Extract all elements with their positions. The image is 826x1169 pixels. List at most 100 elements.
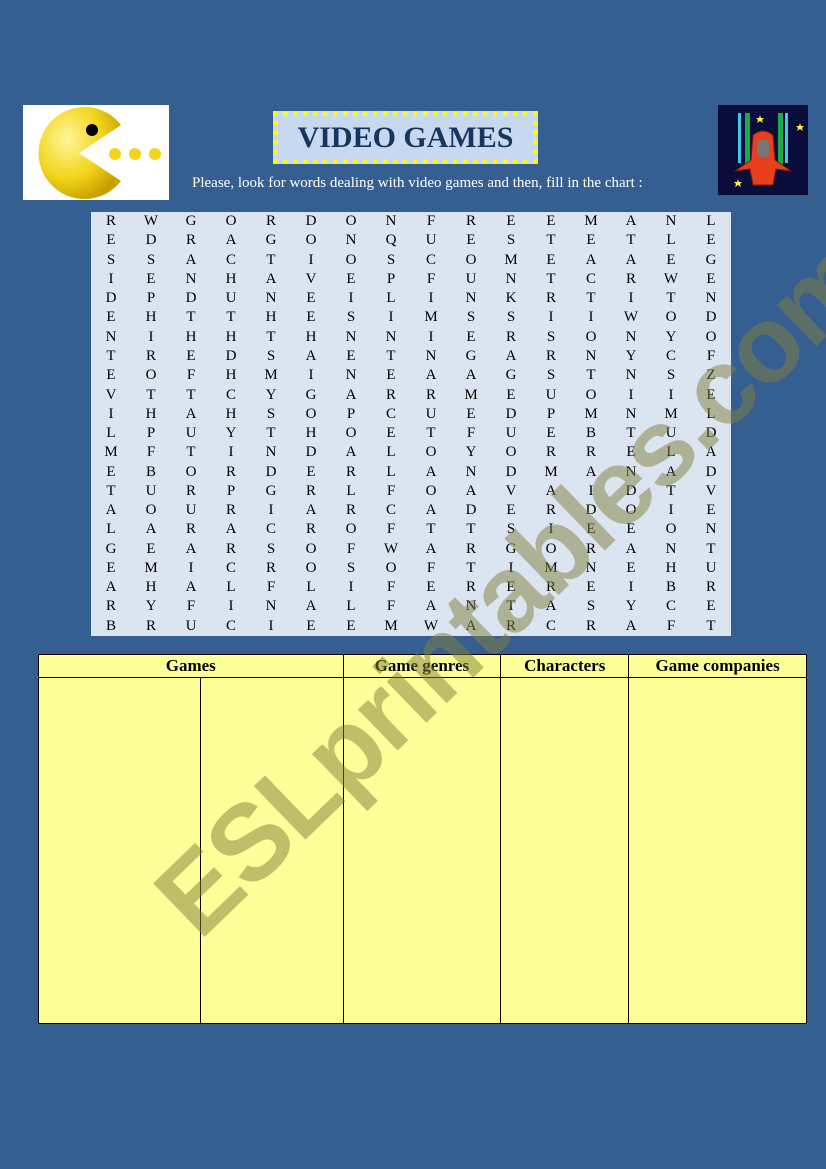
grid-letter: T xyxy=(186,444,196,461)
grid-letter: D xyxy=(145,232,157,249)
grid-letter: Z xyxy=(706,367,716,384)
grid-letter: W xyxy=(143,213,159,230)
title-banner: VIDEO GAMES xyxy=(273,111,538,164)
grid-letter: A xyxy=(225,232,237,249)
grid-letter: R xyxy=(265,559,276,576)
grid-letter: R xyxy=(505,617,516,634)
grid-letter: S xyxy=(546,367,556,384)
grid-letter: T xyxy=(186,309,196,326)
grid-letter: T xyxy=(266,425,276,442)
grid-letter: S xyxy=(666,367,676,384)
grid-letter: N xyxy=(265,598,277,615)
grid-letter: F xyxy=(346,540,356,557)
grid-letter: U xyxy=(465,270,477,287)
grid-letter: R xyxy=(545,579,556,596)
grid-letter: N xyxy=(345,367,357,384)
grid-letter: C xyxy=(545,617,556,634)
grid-letter: T xyxy=(426,521,436,538)
grid-letter: I xyxy=(588,482,594,499)
grid-letter: O xyxy=(305,559,317,576)
grid-letter: O xyxy=(345,521,357,538)
grid-letter: Y xyxy=(625,598,637,615)
grid-letter: G xyxy=(705,251,717,268)
grid-letter: I xyxy=(148,328,154,345)
grid-letter: P xyxy=(226,482,236,499)
game-companies-cell[interactable] xyxy=(628,677,807,1024)
grid-letter: R xyxy=(265,213,276,230)
grid-letter: R xyxy=(585,617,596,634)
grid-row: BRUCIEEMWARCRAFT xyxy=(91,617,731,636)
grid-letter: U xyxy=(665,425,677,442)
grid-letter: V xyxy=(705,482,717,499)
grid-letter: M xyxy=(384,617,398,634)
grid-letter: I xyxy=(628,290,634,307)
grid-letter: I xyxy=(228,598,234,615)
grid-letter: O xyxy=(305,540,317,557)
grid-letter: N xyxy=(465,598,477,615)
grid-letter: V xyxy=(105,386,117,403)
pacman-icon xyxy=(38,107,161,199)
grid-letter: H xyxy=(225,367,237,384)
grid-letter: R xyxy=(345,463,356,480)
grid-letter: E xyxy=(466,232,476,249)
grid-letter: R xyxy=(305,482,316,499)
grid-letter: G xyxy=(505,367,517,384)
grid-letter: F xyxy=(386,579,396,596)
grid-letter: A xyxy=(425,598,437,615)
grid-letter: T xyxy=(706,617,716,634)
grid-letter: I xyxy=(548,521,554,538)
grid-letter: N xyxy=(265,444,277,461)
grid-letter: P xyxy=(346,405,356,422)
grid-letter: C xyxy=(665,598,676,615)
grid-letter: E xyxy=(706,502,716,519)
grid-letter: E xyxy=(386,425,396,442)
characters-cell[interactable] xyxy=(500,677,630,1024)
grid-letter: H xyxy=(145,405,157,422)
grid-letter: F xyxy=(426,559,436,576)
grid-row: MFTINDALOYORRELA xyxy=(91,443,731,462)
grid-letter: U xyxy=(185,617,197,634)
grid-letter: O xyxy=(585,386,597,403)
grid-letter: E xyxy=(546,425,556,442)
grid-letter: I xyxy=(348,290,354,307)
grid-letter: T xyxy=(266,328,276,345)
grid-letter: S xyxy=(266,540,276,557)
grid-letter: E xyxy=(146,270,156,287)
grid-letter: R xyxy=(465,579,476,596)
grid-letter: R xyxy=(585,540,596,557)
pacman-image xyxy=(23,105,169,200)
grid-letter: N xyxy=(345,232,357,249)
grid-letter: A xyxy=(105,502,117,519)
grid-letter: U xyxy=(425,232,437,249)
grid-letter: I xyxy=(348,579,354,596)
grid-letter: L xyxy=(386,444,396,461)
games-cell-1[interactable] xyxy=(38,677,201,1024)
grid-letter: D xyxy=(265,463,277,480)
grid-letter: G xyxy=(265,482,277,499)
grid-letter: U xyxy=(225,290,237,307)
grid-row: GEARSOFWARGORANT xyxy=(91,540,731,559)
grid-letter: O xyxy=(665,309,677,326)
grid-letter: E xyxy=(506,213,516,230)
grid-letter: C xyxy=(225,559,236,576)
header-characters: Characters xyxy=(500,654,630,678)
grid-letter: A xyxy=(625,251,637,268)
grid-row: TURPGRLFOAVAIDTV xyxy=(91,482,731,501)
grid-letter: I xyxy=(108,405,114,422)
grid-letter: N xyxy=(105,328,117,345)
grid-letter: T xyxy=(666,290,676,307)
grid-letter: P xyxy=(146,290,156,307)
spaceship-image xyxy=(718,105,808,195)
grid-letter: A xyxy=(225,521,237,538)
grid-letter: G xyxy=(465,347,477,364)
grid-row: AOURIARCADERDOIE xyxy=(91,501,731,520)
grid-letter: O xyxy=(425,444,437,461)
game-genres-cell[interactable] xyxy=(342,677,502,1024)
grid-letter: C xyxy=(385,502,396,519)
games-cell-2[interactable] xyxy=(199,677,344,1024)
grid-letter: H xyxy=(225,405,237,422)
grid-letter: Y xyxy=(145,598,157,615)
grid-letter: T xyxy=(506,598,516,615)
grid-letter: D xyxy=(705,463,717,480)
grid-letter: T xyxy=(626,425,636,442)
